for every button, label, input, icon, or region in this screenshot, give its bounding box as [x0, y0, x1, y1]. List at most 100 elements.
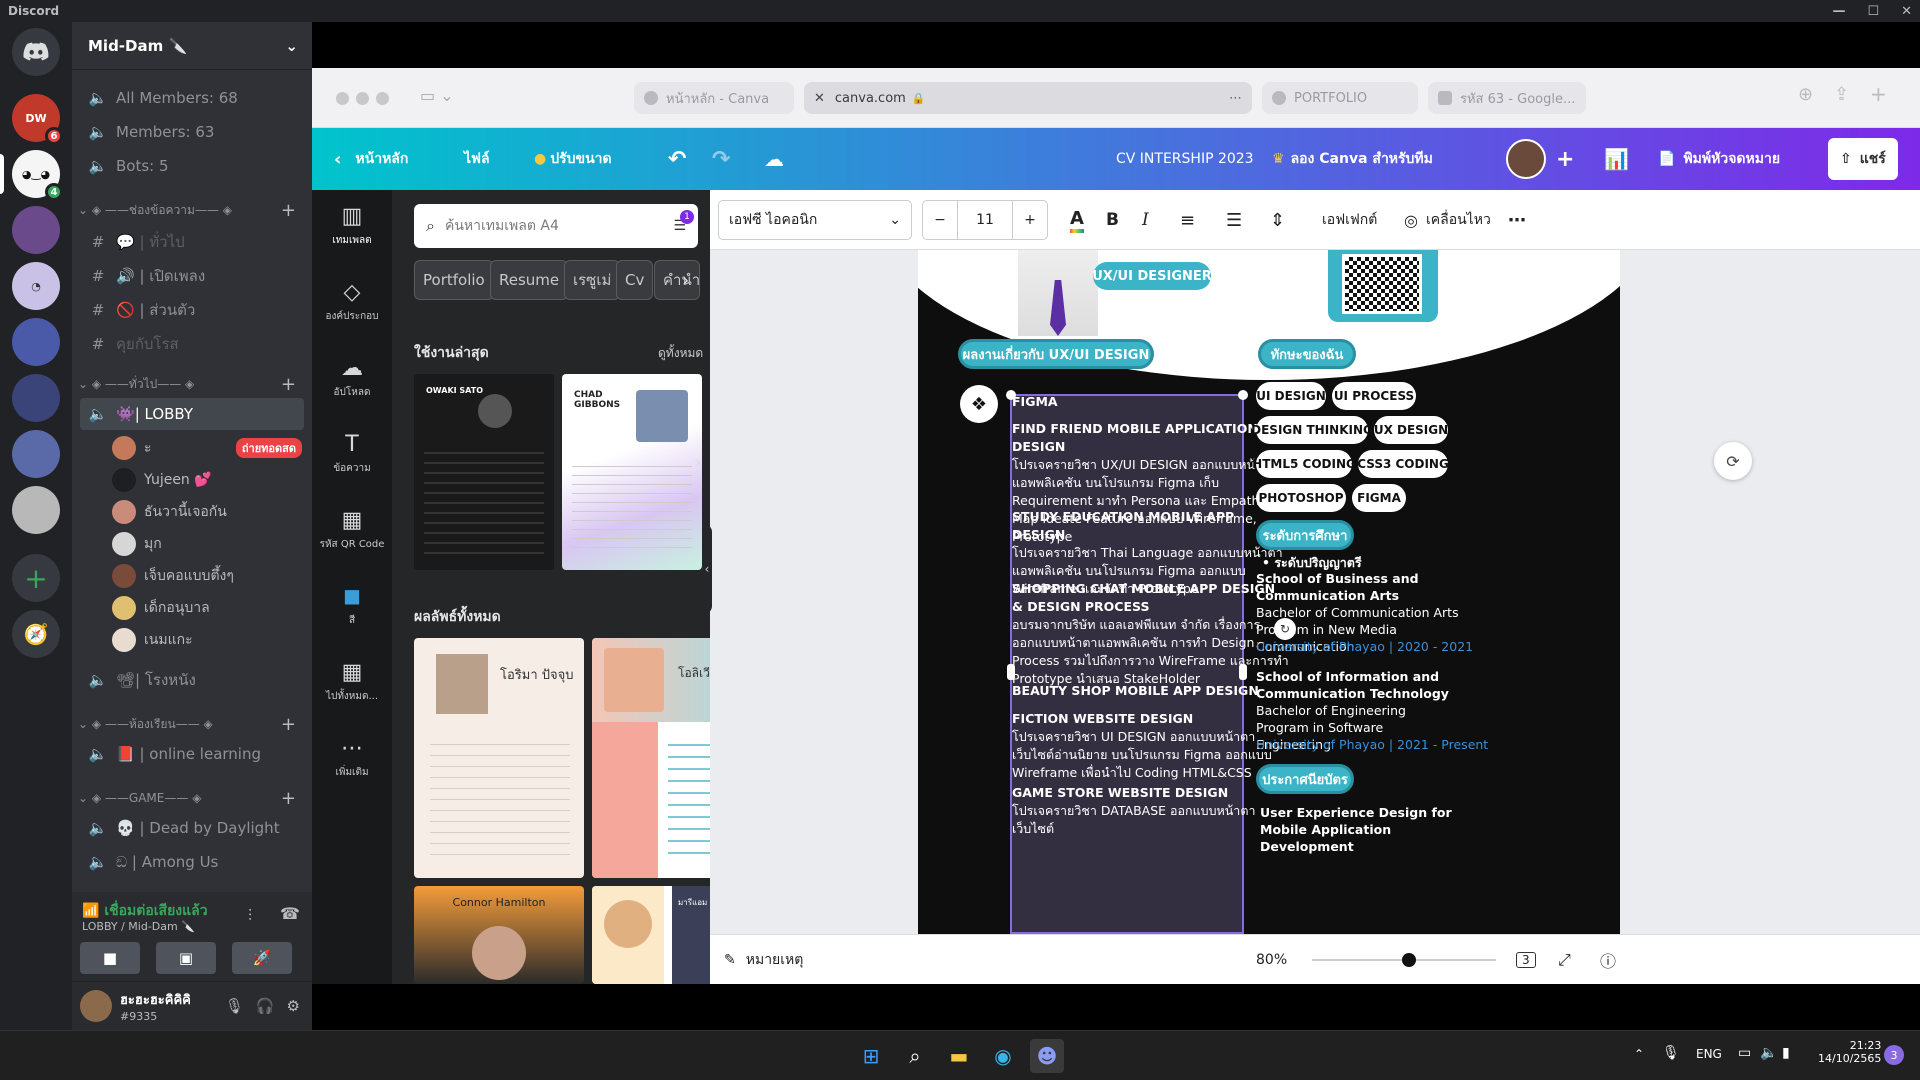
- browser-tab[interactable]: รหัส 63 - Google...: [1428, 82, 1586, 114]
- rotate-handle-icon[interactable]: ↻: [1274, 618, 1296, 640]
- voice-channel-cinema[interactable]: 🔈 📽 | โรงหนัง: [80, 664, 304, 696]
- carousel-next-icon[interactable]: ›: [694, 452, 701, 473]
- increase-size-icon[interactable]: +: [1013, 212, 1047, 228]
- voice-channel-amongus[interactable]: 🔈 ඞ | Among Us: [80, 846, 304, 878]
- spacing-icon[interactable]: ⇕: [1270, 190, 1285, 250]
- resize-handle[interactable]: [1238, 390, 1248, 400]
- voice-user[interactable]: Yujeen 💕: [112, 465, 302, 495]
- help-icon[interactable]: ⓘ: [1600, 935, 1616, 985]
- animate-button[interactable]: ◎ เคลื่อนไหว: [1404, 190, 1491, 250]
- print-button[interactable]: 📄 พิมพ์หัวจดหมาย: [1658, 128, 1780, 190]
- effects-button[interactable]: เอฟเฟกต์: [1322, 190, 1377, 250]
- tool-apps[interactable]: ▦ ไปทั้งหมด...: [312, 646, 392, 718]
- fullscreen-icon[interactable]: ⤢: [1558, 935, 1571, 985]
- share-button[interactable]: ⇧ แชร์: [1828, 138, 1898, 180]
- volume-icon[interactable]: 🔈: [1760, 1045, 1777, 1061]
- language-indicator[interactable]: ENG: [1696, 1047, 1722, 1061]
- voice-user[interactable]: เด็กอนุบาล: [112, 593, 302, 623]
- tool-uploads[interactable]: ☁ อัปโหลด: [312, 342, 392, 414]
- filter-chip[interactable]: Cv: [616, 260, 654, 300]
- notes-button[interactable]: ✎ หมายเหตุ: [724, 935, 803, 985]
- server-header[interactable]: Mid-Dam 🔪 ⌄: [72, 22, 312, 70]
- italic-icon[interactable]: I: [1142, 190, 1149, 250]
- add-channel-icon[interactable]: +: [281, 200, 296, 221]
- server-icon-4[interactable]: ◔: [12, 262, 60, 310]
- download-icon[interactable]: ⊕: [1798, 84, 1813, 105]
- list-icon[interactable]: ☰: [1226, 190, 1242, 250]
- close-icon[interactable]: ✕: [1901, 4, 1912, 19]
- settings-gear-icon[interactable]: ⚙: [287, 997, 300, 1015]
- result-template[interactable]: Connor Hamilton: [414, 886, 584, 984]
- try-teams-button[interactable]: ♛ ลอง Canva สำหรับทีม: [1272, 128, 1433, 190]
- add-channel-icon[interactable]: +: [281, 788, 296, 809]
- cv-page[interactable]: UX/UI DESIGNER ผลงานเกี่ยวกับ UX/UI DESI…: [918, 250, 1620, 934]
- text-channel[interactable]: # 🚫 | ส่วนตัว: [80, 294, 304, 326]
- category-general[interactable]: ⌄ ◈ —— ทั่วไป —— ◈ +: [74, 372, 310, 396]
- see-all-link[interactable]: ดูทั้งหมด: [658, 344, 703, 363]
- noise-suppression-icon[interactable]: ⫶: [248, 906, 252, 926]
- category-game[interactable]: ⌄ ◈ —— GAME —— ◈ +: [74, 786, 310, 810]
- add-server-icon[interactable]: +: [12, 554, 60, 602]
- headphones-icon[interactable]: 🎧: [256, 997, 275, 1015]
- voice-channel-dbd[interactable]: 🔈 💀 | Dead by Daylight: [80, 812, 304, 844]
- undo-icon[interactable]: ↶: [668, 128, 686, 190]
- discord-home-icon[interactable]: [12, 28, 60, 76]
- battery-icon[interactable]: ▮: [1782, 1045, 1790, 1061]
- server-icon-6[interactable]: [12, 374, 60, 422]
- filter-chip[interactable]: Resume: [490, 260, 569, 300]
- filter-chip[interactable]: เรซูเม่: [564, 260, 621, 300]
- tool-elements[interactable]: ◇ องค์ประกอบ: [312, 266, 392, 338]
- server-icon-3[interactable]: [12, 206, 60, 254]
- tab-close-icon[interactable]: ✕: [814, 91, 825, 106]
- recent-template[interactable]: OWAKI SATO: [414, 374, 554, 570]
- notification-count-badge[interactable]: 3: [1884, 1045, 1904, 1065]
- add-channel-icon[interactable]: +: [281, 714, 296, 735]
- stat-channel[interactable]: 🔈 All Members: 68: [80, 82, 304, 114]
- filter-chip[interactable]: Portfolio: [414, 260, 494, 300]
- explore-servers-icon[interactable]: 🧭: [12, 610, 60, 658]
- disconnect-icon[interactable]: ☎: [280, 904, 300, 923]
- refresh-icon[interactable]: ⟳: [1714, 442, 1752, 480]
- analytics-icon[interactable]: 📊: [1604, 128, 1629, 190]
- more-options-icon[interactable]: ⋯: [1508, 190, 1526, 250]
- share-icon[interactable]: ⇪: [1834, 84, 1849, 105]
- maximize-icon[interactable]: ☐: [1867, 4, 1879, 19]
- discord-taskbar-icon[interactable]: ☻: [1030, 1039, 1064, 1073]
- tool-qr-code[interactable]: ▦ รหัส QR Code: [312, 494, 392, 566]
- server-icon-2[interactable]: ◕‿◕ 4: [0, 150, 63, 201]
- more-icon[interactable]: ⋯: [1229, 91, 1242, 106]
- activity-button[interactable]: 🚀: [232, 942, 292, 974]
- new-tab-icon[interactable]: +: [1870, 82, 1887, 106]
- mic-tray-icon[interactable]: 🎙: [1662, 1045, 1680, 1061]
- sidebar-toggle-icon[interactable]: ▭ ⌄: [420, 86, 454, 105]
- file-menu[interactable]: ไฟล์: [464, 128, 490, 190]
- category-classroom[interactable]: ⌄ ◈ —— ห้องเรียน —— ◈ +: [74, 712, 310, 736]
- stat-channel[interactable]: 🔈 Members: 63: [80, 116, 304, 148]
- add-collaborator-icon[interactable]: +: [1556, 147, 1574, 172]
- font-size-value[interactable]: 11: [957, 201, 1013, 239]
- window-close-dot[interactable]: [336, 92, 349, 105]
- screen-share-button[interactable]: ▣: [156, 942, 216, 974]
- window-minimize-dot[interactable]: [356, 92, 369, 105]
- zoom-level[interactable]: 80%: [1256, 935, 1287, 985]
- avatar[interactable]: [80, 990, 112, 1022]
- server-icon-5[interactable]: [12, 318, 60, 366]
- server-icon-7[interactable]: [12, 430, 60, 478]
- resize-button[interactable]: ● ปรับขนาด: [534, 128, 612, 190]
- decrease-size-icon[interactable]: −: [923, 212, 957, 228]
- tool-text[interactable]: T ข้อความ: [312, 418, 392, 490]
- file-explorer-icon[interactable]: ▬: [942, 1039, 976, 1073]
- voice-user[interactable]: ะถ่ายทอดสด: [112, 433, 302, 463]
- tool-colors[interactable]: ◼ สี: [312, 570, 392, 642]
- video-button[interactable]: ■: [80, 942, 140, 974]
- minimize-icon[interactable]: —: [1832, 4, 1845, 19]
- windows-start-icon[interactable]: ⊞: [854, 1039, 888, 1073]
- result-template[interactable]: โอริมา ปัจจุบ: [414, 638, 584, 878]
- browser-tab-active[interactable]: ✕ canva.com 🔒 ⋯: [804, 82, 1252, 114]
- network-icon[interactable]: ▭: [1738, 1045, 1751, 1061]
- design-title[interactable]: CV INTERSHIP 2023: [1116, 128, 1254, 190]
- template-search-input[interactable]: ⌕ ค้นหาเทมเพลต A4 ☰ 1: [414, 204, 698, 248]
- browser-tab[interactable]: PORTFOLIO: [1262, 82, 1418, 114]
- text-color-icon[interactable]: A: [1070, 190, 1084, 250]
- tray-chevron-icon[interactable]: ⌃: [1634, 1047, 1644, 1061]
